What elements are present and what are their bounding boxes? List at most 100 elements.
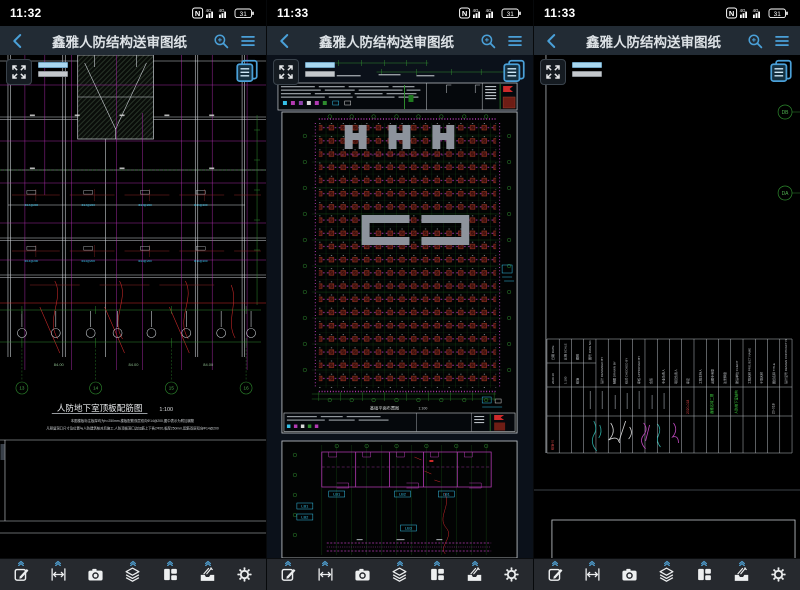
toolbar-layers-button[interactable] (387, 559, 413, 590)
grid-bubble-DB: DB (778, 105, 800, 119)
page-title: 鑫雅人防结构送审图纸 (35, 31, 204, 51)
subproject-name: 人防地下室结构 (734, 390, 739, 414)
drawing-list-icon (234, 58, 260, 84)
svg-text:4G: 4G (473, 8, 479, 13)
toolbox-icon (733, 566, 750, 583)
nfc-icon: N (193, 8, 203, 18)
svg-text:LB1: LB1 (443, 492, 451, 497)
toolbar-toolbox-button[interactable] (195, 559, 221, 590)
gear-icon (503, 566, 520, 583)
grid-bubble-DA: DA (778, 186, 800, 200)
toolbar-settings-button[interactable] (766, 559, 792, 590)
back-button[interactable] (275, 31, 295, 51)
layout-icon (696, 566, 713, 583)
cad-drawing-foundation-plan[interactable]: 基础平面布置图 1:100 (267, 55, 533, 558)
toolbar-layout-button[interactable] (157, 559, 183, 590)
status-icons: N 4G 4G 31 (459, 7, 523, 19)
green-tick-lines (0, 115, 266, 305)
fullscreen-button[interactable] (540, 59, 566, 85)
left-margin-text (0, 444, 4, 460)
fullscreen-button[interactable] (273, 59, 299, 85)
bottom-toolbar (0, 558, 266, 590)
back-icon (276, 32, 294, 50)
expand-chevron-icon (203, 560, 212, 566)
search-button[interactable] (211, 31, 231, 51)
back-button[interactable] (8, 31, 28, 51)
toolbar-layout-button[interactable] (424, 559, 450, 590)
toolbar-layers-button[interactable] (654, 559, 680, 590)
svg-text:1:100: 1:100 (563, 376, 567, 384)
drawing-list-button[interactable] (500, 58, 528, 86)
status-time: 11:33 (277, 6, 309, 20)
svg-text:子项名称: 子项名称 (759, 372, 764, 384)
red-seal (503, 97, 515, 108)
titleblock-labels: 日期 DATE 比例 SCALE 图别 图号 DWG NO. 设计 DESIGN… (550, 336, 788, 384)
cad-drawing-titleblock[interactable]: DB DA 日期 DATE 比例 SCALE (534, 55, 800, 558)
camera-icon (87, 566, 104, 583)
expand-chevron-icon (321, 560, 330, 566)
legend-strip-top (278, 83, 517, 110)
gray-bar (572, 71, 602, 77)
menu-button[interactable] (505, 31, 525, 51)
toolbar-camera-button[interactable] (617, 559, 643, 590)
search-button[interactable] (745, 31, 765, 51)
svg-text:4G: 4G (740, 8, 746, 13)
toolbar-measure-button[interactable] (45, 559, 71, 590)
search-button[interactable] (478, 31, 498, 51)
toolbar-measure-button[interactable] (579, 559, 605, 590)
nfc-icon: N (460, 8, 470, 18)
toolbar-layers-button[interactable] (120, 559, 146, 590)
bottom-toolbar (534, 558, 800, 590)
toolbar-layout-button[interactable] (691, 559, 717, 590)
gray-bar (38, 71, 68, 77)
svg-text:4G: 4G (753, 8, 759, 13)
toolbar-toolbox-button[interactable] (462, 559, 488, 590)
color-bars-button[interactable] (572, 62, 602, 77)
expand-chevron-icon (588, 560, 597, 566)
toolbar-settings-button[interactable] (232, 559, 258, 590)
phone-screen-1: 11:32 N 4G 4G 31 鑫雅人防结构送审图纸 (0, 0, 266, 590)
toolbar-measure-button[interactable] (312, 559, 338, 590)
signal-icon-2: 4G (219, 8, 226, 18)
rebar-labels: Φ14@200Φ14@200Φ14@200Φ14@200 Φ14@200Φ14@… (25, 203, 208, 263)
toolbar-settings-button[interactable] (499, 559, 525, 590)
battery-icon: 31 (502, 9, 521, 18)
fullscreen-button[interactable] (6, 59, 32, 85)
toolbar-camera-button[interactable] (83, 559, 109, 590)
toolbox-icon (199, 566, 216, 583)
color-bars-button[interactable] (305, 62, 335, 77)
toolbar-edit-button[interactable] (542, 559, 568, 590)
search-icon (479, 32, 497, 50)
svg-text:日期 DATE: 日期 DATE (550, 345, 555, 360)
svg-text:会签: 会签 (648, 378, 653, 384)
cad-drawing-slab-plan[interactable]: Φ14@200Φ14@200Φ14@200Φ14@200 Φ14@200Φ14@… (0, 55, 266, 558)
menu-button[interactable] (238, 31, 258, 51)
status-icons: N 4G 4G 31 (726, 7, 790, 19)
menu-icon (773, 32, 791, 50)
drawing-viewport: Φ14@200Φ14@200Φ14@200Φ14@200 Φ14@200Φ14@… (0, 55, 266, 558)
signal-icon: 4G (206, 8, 213, 18)
toolbar-edit-button[interactable] (8, 559, 34, 590)
svg-text:Φ14@200: Φ14@200 (138, 203, 152, 207)
color-bars-button[interactable] (38, 62, 68, 77)
status-icons: N 4G 4G 31 (192, 7, 256, 19)
nfc-icon: N (727, 8, 737, 18)
expand-chevron-icon (128, 560, 137, 566)
grid-bubble-labels: 13141516 (19, 386, 249, 391)
svg-text:设计证号 DESIGN CONTRACT NO.: 设计证号 DESIGN CONTRACT NO. (783, 336, 788, 384)
grid-bubbles (16, 382, 252, 394)
back-button[interactable] (542, 31, 562, 51)
archive-mark: 结施-01 (549, 439, 554, 450)
signal-icon: 4G (473, 8, 480, 18)
toolbar-toolbox-button[interactable] (729, 559, 755, 590)
toolbar-edit-button[interactable] (275, 559, 301, 590)
expand-chevron-icon (166, 560, 175, 566)
svg-text:84.00: 84.00 (54, 362, 65, 367)
menu-button[interactable] (772, 31, 792, 51)
signatures (592, 421, 678, 451)
drawing-list-button[interactable] (233, 58, 261, 86)
drawing-title: 人防地下室顶板配筋图 (57, 402, 143, 413)
toolbar-camera-button[interactable] (350, 559, 376, 590)
fullscreen-icon (544, 63, 562, 81)
drawing-list-button[interactable] (767, 58, 795, 86)
